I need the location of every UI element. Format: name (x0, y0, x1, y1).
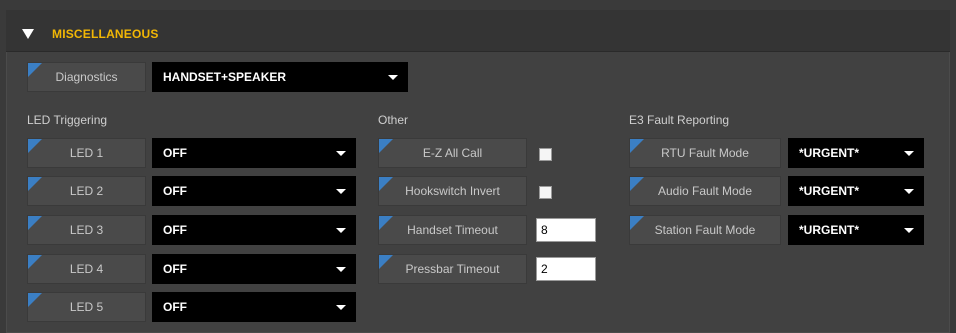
diagnostics-label: Diagnostics (27, 62, 146, 92)
chevron-down-icon (336, 267, 346, 272)
chevron-down-icon (904, 189, 914, 194)
led-select-value: OFF (163, 146, 187, 160)
led-3-label: LED 3 (27, 215, 146, 245)
chevron-down-icon (904, 151, 914, 156)
led-1-label: LED 1 (27, 138, 146, 168)
led-label-text: LED 5 (69, 300, 104, 314)
led-4-select[interactable]: OFF (152, 254, 356, 284)
chevron-down-icon (336, 151, 346, 156)
pressbar-timeout-label: Pressbar Timeout (378, 254, 527, 284)
corner-marker-icon (28, 293, 42, 307)
corner-marker-icon (379, 216, 393, 230)
led-label-text: LED 4 (69, 262, 104, 276)
rtu-fault-mode-label: RTU Fault Mode (629, 138, 781, 168)
chevron-down-icon (336, 305, 346, 310)
corner-marker-icon (630, 177, 644, 191)
handset-timeout-input[interactable] (536, 218, 596, 242)
led-2-label: LED 2 (27, 176, 146, 206)
corner-marker-icon (630, 139, 644, 153)
audio-fault-mode-select[interactable]: *URGENT* (788, 176, 924, 206)
corner-marker-icon (28, 177, 42, 191)
station-fault-mode-label: Station Fault Mode (629, 215, 781, 245)
chevron-down-icon (336, 189, 346, 194)
handset-timeout-text: Handset Timeout (407, 223, 498, 237)
collapse-triangle-icon[interactable] (22, 29, 34, 39)
station-fault-mode-select[interactable]: *URGENT* (788, 215, 924, 245)
corner-marker-icon (630, 216, 644, 230)
fault-mode-text: RTU Fault Mode (661, 146, 749, 160)
fault-mode-text: Station Fault Mode (654, 223, 756, 237)
hookswitch-invert-label: Hookswitch Invert (378, 176, 527, 206)
chevron-down-icon (904, 228, 914, 233)
led-label-text: LED 1 (69, 146, 104, 160)
led-2-select[interactable]: OFF (152, 176, 356, 206)
group-title-led-triggering: LED Triggering (27, 113, 108, 127)
group-title-other: Other (378, 113, 409, 127)
led-select-value: OFF (163, 223, 187, 237)
corner-marker-icon (28, 139, 42, 153)
misc-panel (6, 10, 950, 333)
group-title-e3-fault: E3 Fault Reporting (629, 113, 730, 127)
ez-all-call-text: E-Z All Call (422, 146, 483, 160)
led-select-value: OFF (163, 262, 187, 276)
pressbar-timeout-input[interactable] (536, 257, 596, 281)
rtu-fault-mode-select[interactable]: *URGENT* (788, 138, 924, 168)
corner-marker-icon (28, 63, 42, 77)
hookswitch-invert-checkbox[interactable] (539, 186, 552, 199)
led-5-select[interactable]: OFF (152, 292, 356, 322)
diagnostics-select-value: HANDSET+SPEAKER (163, 70, 287, 84)
pressbar-timeout-text: Pressbar Timeout (405, 262, 500, 276)
audio-fault-mode-label: Audio Fault Mode (629, 176, 781, 206)
chevron-down-icon (336, 228, 346, 233)
handset-timeout-label: Handset Timeout (378, 215, 527, 245)
corner-marker-icon (28, 216, 42, 230)
led-select-value: OFF (163, 300, 187, 314)
chevron-down-icon (388, 75, 398, 80)
fault-mode-value: *URGENT* (799, 184, 860, 198)
led-label-text: LED 2 (69, 184, 104, 198)
led-label-text: LED 3 (69, 223, 104, 237)
fault-mode-value: *URGENT* (799, 146, 860, 160)
hookswitch-invert-text: Hookswitch Invert (405, 184, 500, 198)
ez-all-call-label: E-Z All Call (378, 138, 527, 168)
corner-marker-icon (379, 139, 393, 153)
corner-marker-icon (379, 177, 393, 191)
led-select-value: OFF (163, 184, 187, 198)
section-title: MISCELLANEOUS (52, 27, 159, 41)
corner-marker-icon (28, 255, 42, 269)
led-4-label: LED 4 (27, 254, 146, 284)
corner-marker-icon (379, 255, 393, 269)
fault-mode-value: *URGENT* (799, 223, 860, 237)
led-3-select[interactable]: OFF (152, 215, 356, 245)
ez-all-call-checkbox[interactable] (539, 148, 552, 161)
diagnostics-select[interactable]: HANDSET+SPEAKER (152, 62, 408, 92)
led-5-label: LED 5 (27, 292, 146, 322)
led-1-select[interactable]: OFF (152, 138, 356, 168)
diagnostics-label-text: Diagnostics (55, 70, 118, 84)
fault-mode-text: Audio Fault Mode (657, 184, 753, 198)
